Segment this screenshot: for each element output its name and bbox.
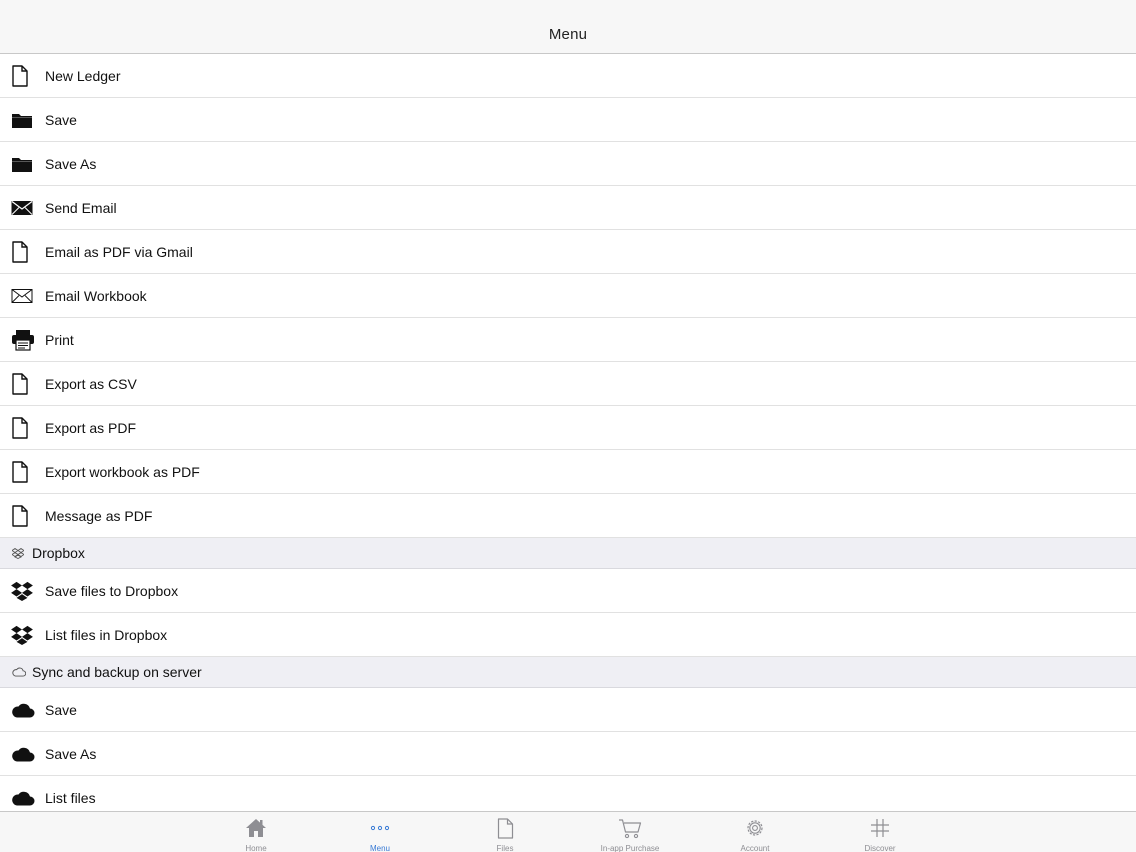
folder-icon — [0, 98, 45, 142]
cloud-icon — [0, 732, 45, 776]
document-icon — [0, 494, 45, 538]
home-icon — [244, 816, 268, 840]
menu-item-label: List files in Dropbox — [45, 626, 168, 643]
tab-in-app-purchase[interactable]: In-app Purchase — [580, 812, 680, 852]
tab-menu[interactable]: Menu — [330, 812, 430, 852]
menu-item-label: Email Workbook — [45, 287, 147, 304]
dropbox-icon — [0, 569, 45, 613]
menu-item-label: Email as PDF via Gmail — [45, 243, 193, 260]
envelope-outline-icon — [0, 274, 45, 318]
tab-label: In-app Purchase — [600, 844, 660, 852]
more-dots-icon — [368, 816, 392, 840]
tab-home[interactable]: Home — [206, 812, 306, 852]
section-header-sync: Sync and backup on server — [0, 657, 1136, 688]
section-header-dropbox: Dropbox — [0, 538, 1136, 569]
menu-item-export-workbook-pdf[interactable]: Export workbook as PDF — [0, 450, 1136, 494]
file-icon — [493, 816, 517, 840]
menu-item-email-pdf-gmail[interactable]: Email as PDF via Gmail — [0, 230, 1136, 274]
page-title: Menu — [548, 26, 588, 43]
printer-icon — [0, 318, 45, 362]
cloud-outline-icon — [12, 657, 32, 688]
cloud-icon — [0, 688, 45, 732]
gear-icon — [743, 816, 767, 840]
menu-list[interactable]: New Ledger Save Save As Send Email Email… — [0, 54, 1136, 811]
app-window: Menu New Ledger Save Save As Send Email … — [0, 0, 1136, 852]
document-icon — [0, 362, 45, 406]
cart-icon — [618, 816, 642, 840]
tab-label: Files — [496, 844, 514, 852]
menu-item-send-email[interactable]: Send Email — [0, 186, 1136, 230]
menu-item-label: Save As — [45, 155, 97, 172]
menu-item-label: Save files to Dropbox — [45, 582, 179, 599]
tab-files[interactable]: Files — [455, 812, 555, 852]
section-header-label: Sync and backup on server — [32, 664, 202, 680]
tab-label: Menu — [369, 844, 390, 852]
menu-item-label: Save — [45, 111, 77, 128]
menu-item-save-to-dropbox[interactable]: Save files to Dropbox — [0, 569, 1136, 613]
menu-item-new-ledger[interactable]: New Ledger — [0, 54, 1136, 98]
dropbox-icon — [0, 613, 45, 657]
document-icon — [0, 450, 45, 494]
tab-label: Account — [740, 844, 770, 852]
tab-label: Discover — [864, 844, 896, 852]
envelope-filled-icon — [0, 186, 45, 230]
menu-item-label: New Ledger — [45, 67, 121, 84]
menu-item-save[interactable]: Save — [0, 98, 1136, 142]
tab-discover[interactable]: Discover — [830, 812, 930, 852]
menu-item-list-dropbox[interactable]: List files in Dropbox — [0, 613, 1136, 657]
folder-icon — [0, 142, 45, 186]
menu-item-label: Send Email — [45, 199, 117, 216]
tab-account[interactable]: Account — [705, 812, 805, 852]
menu-item-print[interactable]: Print — [0, 318, 1136, 362]
section-header-label: Dropbox — [32, 545, 85, 561]
dropbox-outline-icon — [12, 538, 32, 569]
menu-item-label: Print — [45, 331, 74, 348]
menu-item-cloud-save[interactable]: Save — [0, 688, 1136, 732]
menu-item-label: Export workbook as PDF — [45, 463, 200, 480]
menu-item-message-pdf[interactable]: Message as PDF — [0, 494, 1136, 538]
document-icon — [0, 406, 45, 450]
menu-item-cloud-save-as[interactable]: Save As — [0, 732, 1136, 776]
menu-item-save-as[interactable]: Save As — [0, 142, 1136, 186]
tab-bar: Home Menu Files In-app Purchase Account — [0, 811, 1136, 852]
tab-label: Home — [245, 844, 267, 852]
menu-item-label: Message as PDF — [45, 507, 153, 524]
menu-item-label: List files — [45, 789, 96, 806]
menu-item-export-csv[interactable]: Export as CSV — [0, 362, 1136, 406]
menu-item-cloud-list-files[interactable]: List files — [0, 776, 1136, 811]
hashtag-icon — [868, 816, 892, 840]
cloud-icon — [0, 776, 45, 812]
menu-item-email-workbook[interactable]: Email Workbook — [0, 274, 1136, 318]
navigation-bar: Menu — [0, 0, 1136, 54]
document-icon — [0, 230, 45, 274]
document-icon — [0, 54, 45, 98]
menu-item-label: Export as CSV — [45, 375, 137, 392]
menu-item-label: Save As — [45, 745, 97, 762]
menu-item-label: Export as PDF — [45, 419, 137, 436]
menu-item-export-pdf[interactable]: Export as PDF — [0, 406, 1136, 450]
menu-item-label: Save — [45, 701, 77, 718]
